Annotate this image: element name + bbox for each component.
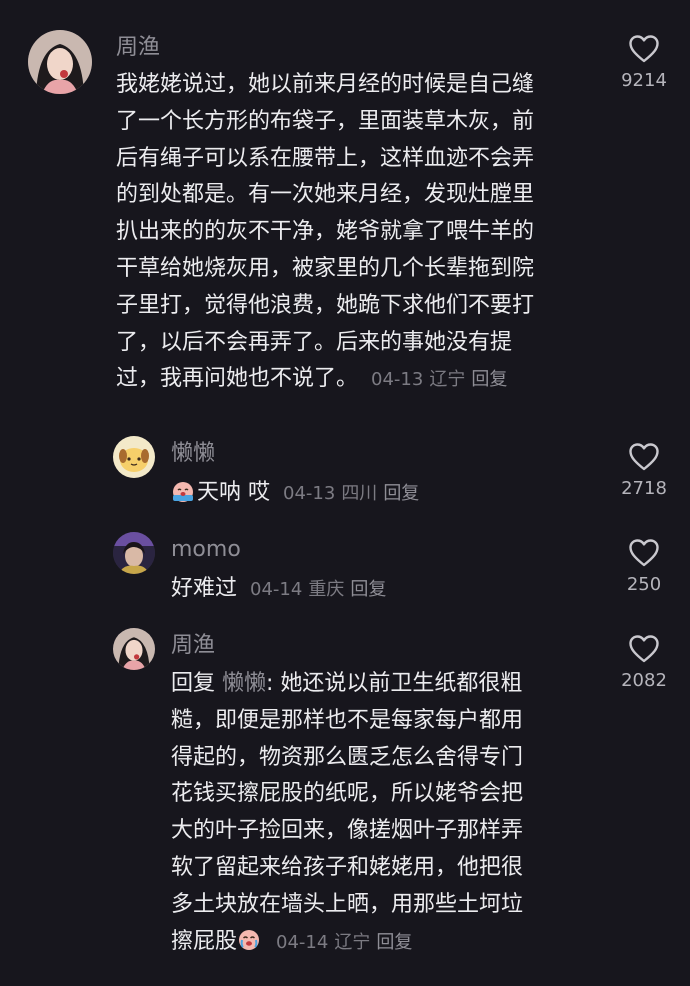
- comment-text-tail: 好难过: [171, 576, 238, 601]
- comment-username[interactable]: 周渔: [116, 33, 160, 63]
- comment-text-tail: 擦屁股: [171, 928, 238, 954]
- comment-location: 辽宁: [429, 369, 466, 391]
- like-count: 250: [626, 574, 662, 595]
- heart-outline-icon: [629, 539, 659, 567]
- comment-text-last-line: 天呐 哎 04-13 四川 回复: [171, 475, 419, 512]
- reply-button[interactable]: 回复: [471, 369, 507, 390]
- comment-text: 好难过 04-14 重庆 回复: [171, 571, 386, 608]
- comment-text-tail: 过，我再问她也不说了。: [116, 366, 359, 392]
- avatar[interactable]: [113, 532, 155, 574]
- comment-meta: 04-14 重庆 回复: [244, 579, 386, 600]
- comment-location: 重庆: [308, 579, 345, 600]
- avatar[interactable]: [28, 30, 92, 94]
- like-button[interactable]: 9214: [599, 34, 689, 91]
- like-button[interactable]: 2082: [599, 634, 689, 691]
- comment-text-line: 了，以后不会再弄了。后来的事她没有提: [116, 329, 513, 355]
- comment-text-line: 软了留起来给孩子和姥姥用，他把很: [171, 854, 524, 880]
- comment-text-line: 了一个长方形的布袋子，里面装草木灰，前: [116, 108, 535, 134]
- comment-text-line: 得起的，物资那么匮乏怎么舍得专门: [171, 744, 524, 770]
- like-count: 2718: [621, 478, 667, 499]
- comment-text-line: 我姥姥说过，她以前来月经的时候是自己缝: [116, 72, 535, 97]
- reply-to-username[interactable]: 懒懒: [222, 671, 266, 696]
- avatar[interactable]: [113, 436, 155, 478]
- like-button[interactable]: 2718: [599, 442, 689, 499]
- comment-date: 04-13: [283, 483, 336, 504]
- comment-text-last-line: 过，我再问她也不说了。 04-13 辽宁 回复: [116, 361, 534, 398]
- comment-text-last-line: 擦屁股 04-14 辽宁 回复: [171, 924, 523, 961]
- comment-text-head: : 她还说以前卫生纸都很粗: [266, 671, 523, 696]
- avatar[interactable]: [113, 628, 155, 670]
- comment-text: 我姥姥说过，她以前来月经的时候是自己缝 了一个长方形的布袋子，里面装草木灰，前 …: [116, 67, 534, 398]
- comment-meta: 04-13 四川 回复: [277, 483, 419, 504]
- comment-username[interactable]: 周渔: [171, 631, 215, 661]
- heart-outline-icon: [629, 635, 659, 663]
- comment-location: 辽宁: [334, 931, 371, 953]
- comment-text: 天呐 哎 04-13 四川 回复: [171, 475, 419, 512]
- comment-meta: 04-14 辽宁 回复: [270, 932, 412, 953]
- crying-face-emoji: [239, 929, 260, 950]
- reply-button[interactable]: 回复: [350, 579, 386, 600]
- like-button[interactable]: 250: [599, 538, 689, 595]
- comment-text-first-line: 回复 懒懒: 她还说以前卫生纸都很粗: [171, 666, 523, 703]
- comment-text-line: 花钱买擦屁股的纸呢，所以姥爷会把: [171, 781, 524, 807]
- comment-date: 04-14: [276, 931, 329, 953]
- reply-button[interactable]: 回复: [376, 932, 412, 953]
- comment-text-line: 干草给她烧灰用，被家里的几个长辈拖到院: [116, 255, 535, 281]
- comment-text-line: 子里打，觉得他浪费，她跪下求他们不要打: [116, 292, 535, 318]
- crying-face-emoji: [173, 482, 193, 502]
- heart-outline-icon: [629, 443, 659, 471]
- comment-username[interactable]: 懒懒: [171, 439, 215, 469]
- reply-button[interactable]: 回复: [383, 483, 419, 504]
- comment-text-line: 扒出来的的灰不干净，姥爷就拿了喂牛羊的: [116, 219, 535, 245]
- comment-text: 回复 懒懒: 她还说以前卫生纸都很粗 糙，即便是那样也不是每家每户都用 得起的，…: [171, 666, 523, 960]
- like-count: 2082: [621, 670, 667, 691]
- comment-meta: 04-13 辽宁 回复: [365, 369, 507, 390]
- comment-text-line: 糙，即便是那样也不是每家每户都用: [171, 707, 524, 733]
- comment-text-line: 的到处都是。有一次她来月经，发现灶膛里: [116, 182, 535, 208]
- heart-outline-icon: [629, 35, 659, 63]
- comment-date: 04-14: [250, 579, 303, 600]
- comment-username[interactable]: momo: [171, 535, 241, 565]
- like-count: 9214: [621, 70, 667, 91]
- comment-text-line: 大的叶子捡回来，像搓烟叶子那样弄: [171, 818, 524, 844]
- reply-prefix: 回复: [171, 671, 216, 696]
- comment-text-tail: 天呐 哎: [197, 480, 270, 505]
- comment-text-line: 多土块放在墙头上晒，用那些土坷垃: [171, 891, 524, 917]
- comment-text-line: 后有绳子可以系在腰带上，这样血迹不会弄: [116, 145, 535, 171]
- comment-location: 四川: [341, 483, 378, 504]
- comment-text-last-line: 好难过 04-14 重庆 回复: [171, 571, 386, 608]
- comment-date: 04-13: [371, 369, 424, 391]
